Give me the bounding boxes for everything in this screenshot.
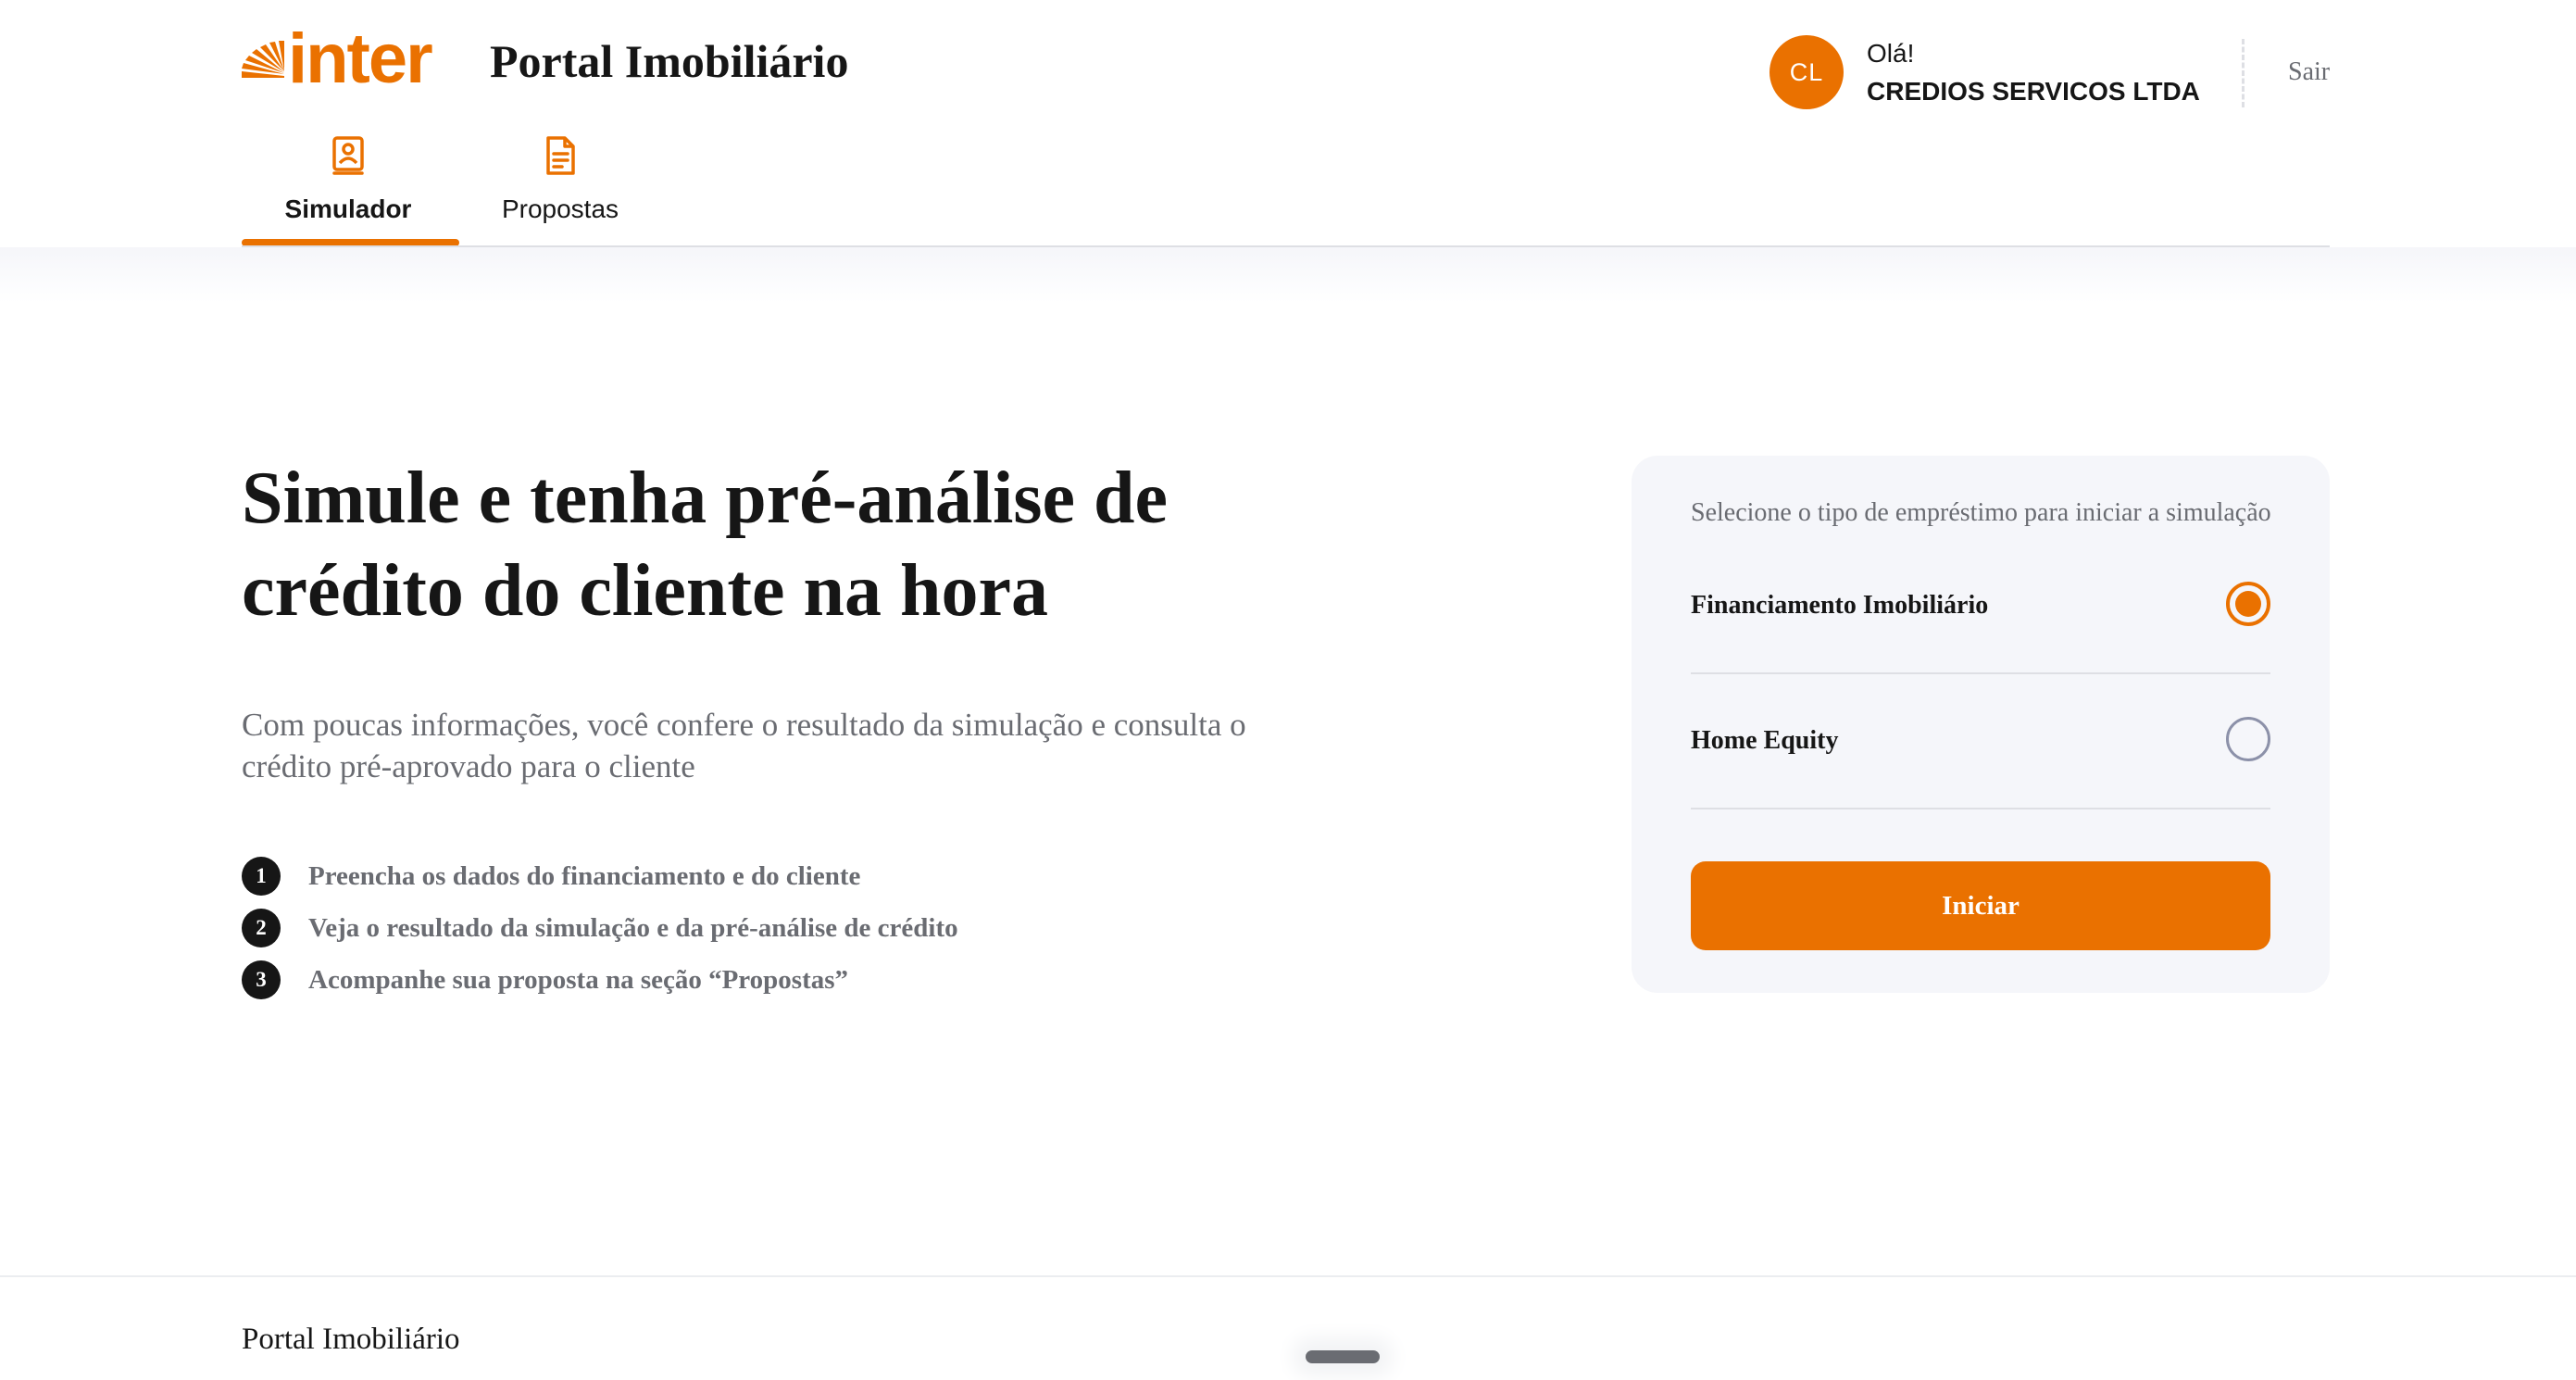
step-number-badge: 2	[242, 909, 281, 947]
radio-unselected[interactable]	[2226, 717, 2270, 761]
step-number-badge: 1	[242, 857, 281, 896]
option-label: Financiamento Imobiliário	[1691, 591, 1989, 620]
hero-title: Simule e tenha pré-análise de crédito do…	[242, 452, 1353, 637]
option-home-equity[interactable]: Home Equity	[1691, 674, 2270, 809]
logout-link[interactable]: Sair	[2288, 56, 2330, 89]
option-label: Home Equity	[1691, 726, 1839, 755]
header-divider	[2242, 39, 2245, 107]
step-item: 3 Acompanhe sua proposta na seção “Propo…	[242, 954, 958, 1006]
step-text: Acompanhe sua proposta na seção “Propost…	[308, 964, 849, 995]
step-item: 2 Veja o resultado da simulação e da pré…	[242, 902, 958, 954]
hero-title-line-2: crédito do cliente na hora	[242, 550, 1048, 632]
footer-title: Portal Imobiliário	[242, 1323, 460, 1356]
footer-divider	[0, 1275, 2576, 1277]
avatar[interactable]: CL	[1769, 35, 1844, 109]
tab-simulador[interactable]: Simulador	[242, 130, 455, 246]
option-financiamento-imobiliario[interactable]: Financiamento Imobiliário	[1691, 539, 2270, 674]
tab-propostas-label: Propostas	[501, 194, 619, 223]
inter-logo[interactable]: inter	[242, 19, 455, 98]
sunburst-icon	[242, 41, 284, 78]
portal-title: Portal Imobiliário	[490, 35, 849, 87]
company-name: CREDIOS SERVICOS LTDA	[1867, 77, 2200, 106]
greeting-text: Olá!	[1867, 39, 1915, 68]
document-icon	[542, 135, 579, 176]
hero-subtitle-line-1: Com poucas informações, você confere o r…	[242, 707, 1246, 743]
header-shadow	[0, 247, 2576, 303]
hero-subtitle-line-2: crédito pré-aprovado para o cliente	[242, 748, 695, 784]
option-divider	[1691, 808, 2270, 809]
step-text: Preencha os dados do financiamento e do …	[308, 860, 861, 891]
logo-wordmark: inter	[288, 19, 433, 98]
step-text: Veja o resultado da simulação e da pré-a…	[308, 912, 958, 943]
steps-list: 1 Preencha os dados do financiamento e d…	[242, 850, 958, 1006]
radio-selected[interactable]	[2226, 582, 2270, 626]
top-header: inter Portal Imobiliário CL Olá! CREDIOS…	[0, 0, 2576, 248]
loan-type-card: Selecione o tipo de empréstimo para inic…	[1632, 456, 2330, 993]
step-number-badge: 3	[242, 960, 281, 999]
tab-simulador-label: Simulador	[284, 194, 412, 223]
hero-subtitle: Com poucas informações, você confere o r…	[242, 704, 1334, 787]
tab-propostas[interactable]: Propostas	[454, 130, 667, 246]
person-card-icon	[330, 135, 367, 176]
scroll-handle[interactable]	[1306, 1350, 1380, 1363]
hero-title-line-1: Simule e tenha pré-análise de	[242, 458, 1168, 539]
card-caption: Selecione o tipo de empréstimo para inic…	[1691, 498, 2271, 527]
start-button[interactable]: Iniciar	[1691, 861, 2270, 950]
step-item: 1 Preencha os dados do financiamento e d…	[242, 850, 958, 902]
